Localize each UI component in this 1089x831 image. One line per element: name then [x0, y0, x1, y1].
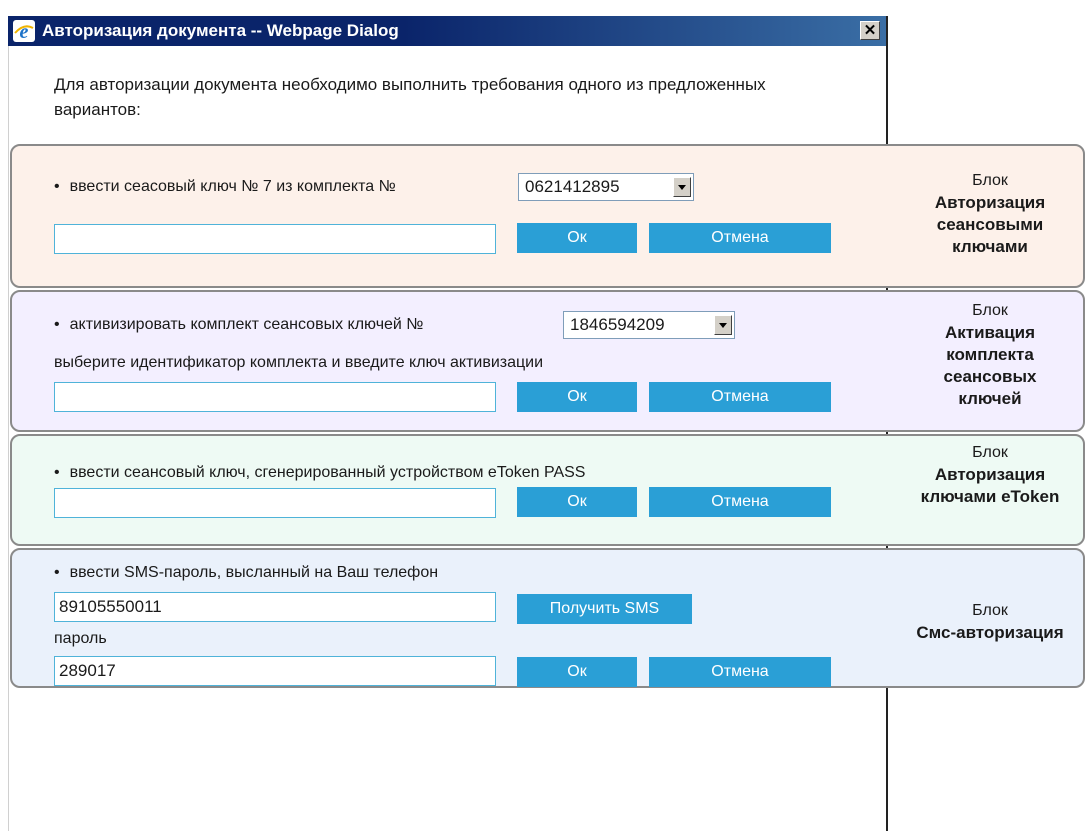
activation-hint: выберите идентификатор комплекта и введи… [54, 354, 544, 371]
close-button[interactable]: ✕ [860, 21, 880, 40]
get-sms-button[interactable]: Получить SMS [517, 594, 692, 624]
phone-input[interactable]: 89105550011 [54, 592, 496, 622]
activation-block-title: Активация комплекта сеансовых ключей [943, 323, 1037, 408]
activation-block-label: Блок Активация комплекта сеансовых ключе… [910, 300, 1070, 410]
sms-block-prefix: Блок [972, 602, 1008, 619]
activation-instruction: активизировать комплект сеансовых ключей… [54, 316, 424, 334]
session-instruction: ввести сеасовый ключ № 7 из комплекта № [54, 178, 396, 196]
sms-instruction: ввести SMS-пароль, высланный на Ваш теле… [54, 564, 438, 582]
sms-ok-button[interactable]: Ок [517, 657, 637, 687]
activation-set-value: 1846594209 [570, 315, 665, 334]
etoken-instruction: ввести сеансовый ключ, сгенерированный у… [54, 464, 586, 482]
etoken-ok-button[interactable]: Ок [517, 487, 637, 517]
etoken-cancel-button[interactable]: Отмена [649, 487, 831, 517]
password-label: пароль [54, 630, 107, 647]
activation-ok-button[interactable]: Ок [517, 382, 637, 412]
internet-explorer-icon: e [13, 20, 35, 42]
close-icon: ✕ [863, 22, 877, 39]
etoken-block-prefix: Блок [972, 444, 1008, 461]
session-ok-button[interactable]: Ок [517, 223, 637, 253]
activation-set-select[interactable]: 1846594209 [563, 311, 735, 339]
title-bar: e Авторизация документа -- Webpage Dialo… [8, 16, 886, 46]
activation-cancel-button[interactable]: Отмена [649, 382, 831, 412]
intro-text: Для авторизации документа необходимо вып… [54, 75, 766, 119]
session-block-prefix: Блок [972, 172, 1008, 189]
session-block-label: Блок Авторизация сеансовыми ключами [910, 170, 1070, 258]
activation-block-prefix: Блок [972, 302, 1008, 319]
etoken-key-input[interactable] [54, 488, 496, 518]
etoken-block-label: Блок Авторизация ключами eToken [910, 442, 1070, 508]
sms-cancel-button[interactable]: Отмена [649, 657, 831, 687]
activation-key-input[interactable] [54, 382, 496, 412]
sms-block-label: Блок Смс-авторизация [910, 600, 1070, 644]
session-set-value: 0621412895 [525, 177, 620, 196]
sms-block-title: Смс-авторизация [916, 623, 1064, 642]
chevron-down-icon[interactable] [673, 177, 691, 197]
session-key-input[interactable] [54, 224, 496, 254]
window-title: Авторизация документа -- Webpage Dialog [42, 21, 399, 40]
session-block-title: Авторизация сеансовыми ключами [934, 193, 1046, 256]
session-set-select[interactable]: 0621412895 [518, 173, 694, 201]
svg-text:e: e [20, 21, 29, 42]
etoken-block-title: Авторизация ключами eToken [920, 465, 1060, 506]
session-cancel-button[interactable]: Отмена [649, 223, 831, 253]
chevron-down-icon[interactable] [714, 315, 732, 335]
password-input[interactable]: 289017 [54, 656, 496, 686]
